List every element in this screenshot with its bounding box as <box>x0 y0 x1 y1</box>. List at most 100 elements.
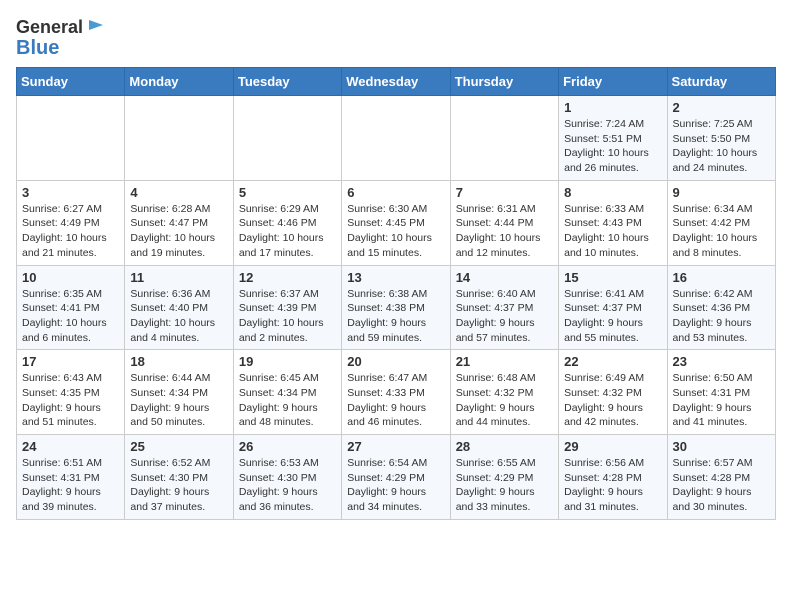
calendar-cell <box>17 96 125 181</box>
day-info: Sunrise: 6:34 AMSunset: 4:42 PMDaylight:… <box>673 202 770 261</box>
day-number: 8 <box>564 185 661 200</box>
calendar-cell: 30 Sunrise: 6:57 AMSunset: 4:28 PMDayligh… <box>667 435 775 520</box>
day-of-week-header: Wednesday <box>342 68 450 96</box>
day-number: 5 <box>239 185 336 200</box>
logo: General Blue <box>16 16 103 59</box>
day-number: 30 <box>673 439 770 454</box>
calendar-cell: 26 Sunrise: 6:53 AMSunset: 4:30 PMDayligh… <box>233 435 341 520</box>
logo-blue-text: Blue <box>16 37 59 59</box>
calendar-cell: 25 Sunrise: 6:52 AMSunset: 4:30 PMDayligh… <box>125 435 233 520</box>
day-info: Sunrise: 6:28 AMSunset: 4:47 PMDaylight:… <box>130 202 227 261</box>
calendar-cell: 27 Sunrise: 6:54 AMSunset: 4:29 PMDayligh… <box>342 435 450 520</box>
calendar-cell: 12 Sunrise: 6:37 AMSunset: 4:39 PMDayligh… <box>233 265 341 350</box>
calendar-cell: 20 Sunrise: 6:47 AMSunset: 4:33 PMDayligh… <box>342 350 450 435</box>
day-number: 19 <box>239 354 336 369</box>
day-of-week-header: Friday <box>559 68 667 96</box>
day-number: 16 <box>673 270 770 285</box>
day-info: Sunrise: 7:25 AMSunset: 5:50 PMDaylight:… <box>673 117 770 176</box>
day-number: 27 <box>347 439 444 454</box>
day-number: 18 <box>130 354 227 369</box>
day-info: Sunrise: 6:36 AMSunset: 4:40 PMDaylight:… <box>130 287 227 346</box>
day-number: 9 <box>673 185 770 200</box>
day-info: Sunrise: 6:56 AMSunset: 4:28 PMDaylight:… <box>564 456 661 515</box>
day-info: Sunrise: 6:40 AMSunset: 4:37 PMDaylight:… <box>456 287 553 346</box>
calendar-cell: 13 Sunrise: 6:38 AMSunset: 4:38 PMDayligh… <box>342 265 450 350</box>
day-info: Sunrise: 6:31 AMSunset: 4:44 PMDaylight:… <box>456 202 553 261</box>
calendar-cell: 15 Sunrise: 6:41 AMSunset: 4:37 PMDayligh… <box>559 265 667 350</box>
day-of-week-header: Thursday <box>450 68 558 96</box>
day-info: Sunrise: 6:30 AMSunset: 4:45 PMDaylight:… <box>347 202 444 261</box>
day-number: 29 <box>564 439 661 454</box>
calendar-cell: 14Sunrise: 6:40 AMSunset: 4:37 PMDayligh… <box>450 265 558 350</box>
day-info: Sunrise: 6:42 AMSunset: 4:36 PMDaylight:… <box>673 287 770 346</box>
day-info: Sunrise: 7:24 AMSunset: 5:51 PMDaylight:… <box>564 117 661 176</box>
calendar-cell <box>125 96 233 181</box>
day-number: 21 <box>456 354 553 369</box>
calendar-cell: 1 Sunrise: 7:24 AMSunset: 5:51 PMDaylight… <box>559 96 667 181</box>
day-of-week-header: Tuesday <box>233 68 341 96</box>
calendar-cell: 24 Sunrise: 6:51 AMSunset: 4:31 PMDayligh… <box>17 435 125 520</box>
day-number: 13 <box>347 270 444 285</box>
day-of-week-header: Saturday <box>667 68 775 96</box>
logo-arrow-icon <box>85 16 103 34</box>
calendar-cell <box>342 96 450 181</box>
day-info: Sunrise: 6:47 AMSunset: 4:33 PMDaylight:… <box>347 371 444 430</box>
day-info: Sunrise: 6:27 AMSunset: 4:49 PMDaylight:… <box>22 202 119 261</box>
calendar-cell: 2Sunrise: 7:25 AMSunset: 5:50 PMDaylight… <box>667 96 775 181</box>
calendar-cell: 18 Sunrise: 6:44 AMSunset: 4:34 PMDayligh… <box>125 350 233 435</box>
calendar-cell: 21 Sunrise: 6:48 AMSunset: 4:32 PMDayligh… <box>450 350 558 435</box>
calendar-cell: 17Sunrise: 6:43 AMSunset: 4:35 PMDayligh… <box>17 350 125 435</box>
calendar-cell: 29 Sunrise: 6:56 AMSunset: 4:28 PMDayligh… <box>559 435 667 520</box>
day-info: Sunrise: 6:48 AMSunset: 4:32 PMDaylight:… <box>456 371 553 430</box>
calendar-cell: 6 Sunrise: 6:30 AMSunset: 4:45 PMDaylight… <box>342 180 450 265</box>
day-info: Sunrise: 6:33 AMSunset: 4:43 PMDaylight:… <box>564 202 661 261</box>
calendar-cell: 11 Sunrise: 6:36 AMSunset: 4:40 PMDayligh… <box>125 265 233 350</box>
day-info: Sunrise: 6:50 AMSunset: 4:31 PMDaylight:… <box>673 371 770 430</box>
day-info: Sunrise: 6:52 AMSunset: 4:30 PMDaylight:… <box>130 456 227 515</box>
day-number: 10 <box>22 270 119 285</box>
day-info: Sunrise: 6:45 AMSunset: 4:34 PMDaylight:… <box>239 371 336 430</box>
day-number: 12 <box>239 270 336 285</box>
day-info: Sunrise: 6:57 AMSunset: 4:28 PMDaylight:… <box>673 456 770 515</box>
calendar-cell: 22Sunrise: 6:49 AMSunset: 4:32 PMDayligh… <box>559 350 667 435</box>
day-number: 24 <box>22 439 119 454</box>
day-number: 23 <box>673 354 770 369</box>
day-info: Sunrise: 6:53 AMSunset: 4:30 PMDaylight:… <box>239 456 336 515</box>
day-info: Sunrise: 6:54 AMSunset: 4:29 PMDaylight:… <box>347 456 444 515</box>
calendar-cell: 5 Sunrise: 6:29 AMSunset: 4:46 PMDaylight… <box>233 180 341 265</box>
calendar-cell: 16 Sunrise: 6:42 AMSunset: 4:36 PMDayligh… <box>667 265 775 350</box>
day-number: 1 <box>564 100 661 115</box>
day-number: 4 <box>130 185 227 200</box>
day-number: 26 <box>239 439 336 454</box>
day-number: 25 <box>130 439 227 454</box>
day-number: 11 <box>130 270 227 285</box>
page-header: General Blue <box>16 16 776 59</box>
day-number: 28 <box>456 439 553 454</box>
day-number: 7 <box>456 185 553 200</box>
calendar-table: SundayMondayTuesdayWednesdayThursdayFrid… <box>16 67 776 520</box>
calendar-cell: 10Sunrise: 6:35 AMSunset: 4:41 PMDayligh… <box>17 265 125 350</box>
calendar-cell: 28Sunrise: 6:55 AMSunset: 4:29 PMDayligh… <box>450 435 558 520</box>
day-info: Sunrise: 6:37 AMSunset: 4:39 PMDaylight:… <box>239 287 336 346</box>
calendar-cell: 7 Sunrise: 6:31 AMSunset: 4:44 PMDaylight… <box>450 180 558 265</box>
day-info: Sunrise: 6:44 AMSunset: 4:34 PMDaylight:… <box>130 371 227 430</box>
day-of-week-header: Sunday <box>17 68 125 96</box>
day-number: 3 <box>22 185 119 200</box>
day-number: 6 <box>347 185 444 200</box>
calendar-cell: 3 Sunrise: 6:27 AMSunset: 4:49 PMDaylight… <box>17 180 125 265</box>
day-info: Sunrise: 6:41 AMSunset: 4:37 PMDaylight:… <box>564 287 661 346</box>
logo-text: General <box>16 18 83 38</box>
calendar-cell <box>233 96 341 181</box>
calendar-cell: 9 Sunrise: 6:34 AMSunset: 4:42 PMDaylight… <box>667 180 775 265</box>
calendar-cell <box>450 96 558 181</box>
day-info: Sunrise: 6:29 AMSunset: 4:46 PMDaylight:… <box>239 202 336 261</box>
day-info: Sunrise: 6:38 AMSunset: 4:38 PMDaylight:… <box>347 287 444 346</box>
day-number: 20 <box>347 354 444 369</box>
calendar-header: SundayMondayTuesdayWednesdayThursdayFrid… <box>17 68 776 96</box>
day-info: Sunrise: 6:51 AMSunset: 4:31 PMDaylight:… <box>22 456 119 515</box>
day-info: Sunrise: 6:43 AMSunset: 4:35 PMDaylight:… <box>22 371 119 430</box>
day-number: 22 <box>564 354 661 369</box>
day-of-week-header: Monday <box>125 68 233 96</box>
calendar-cell: 4 Sunrise: 6:28 AMSunset: 4:47 PMDaylight… <box>125 180 233 265</box>
day-number: 15 <box>564 270 661 285</box>
